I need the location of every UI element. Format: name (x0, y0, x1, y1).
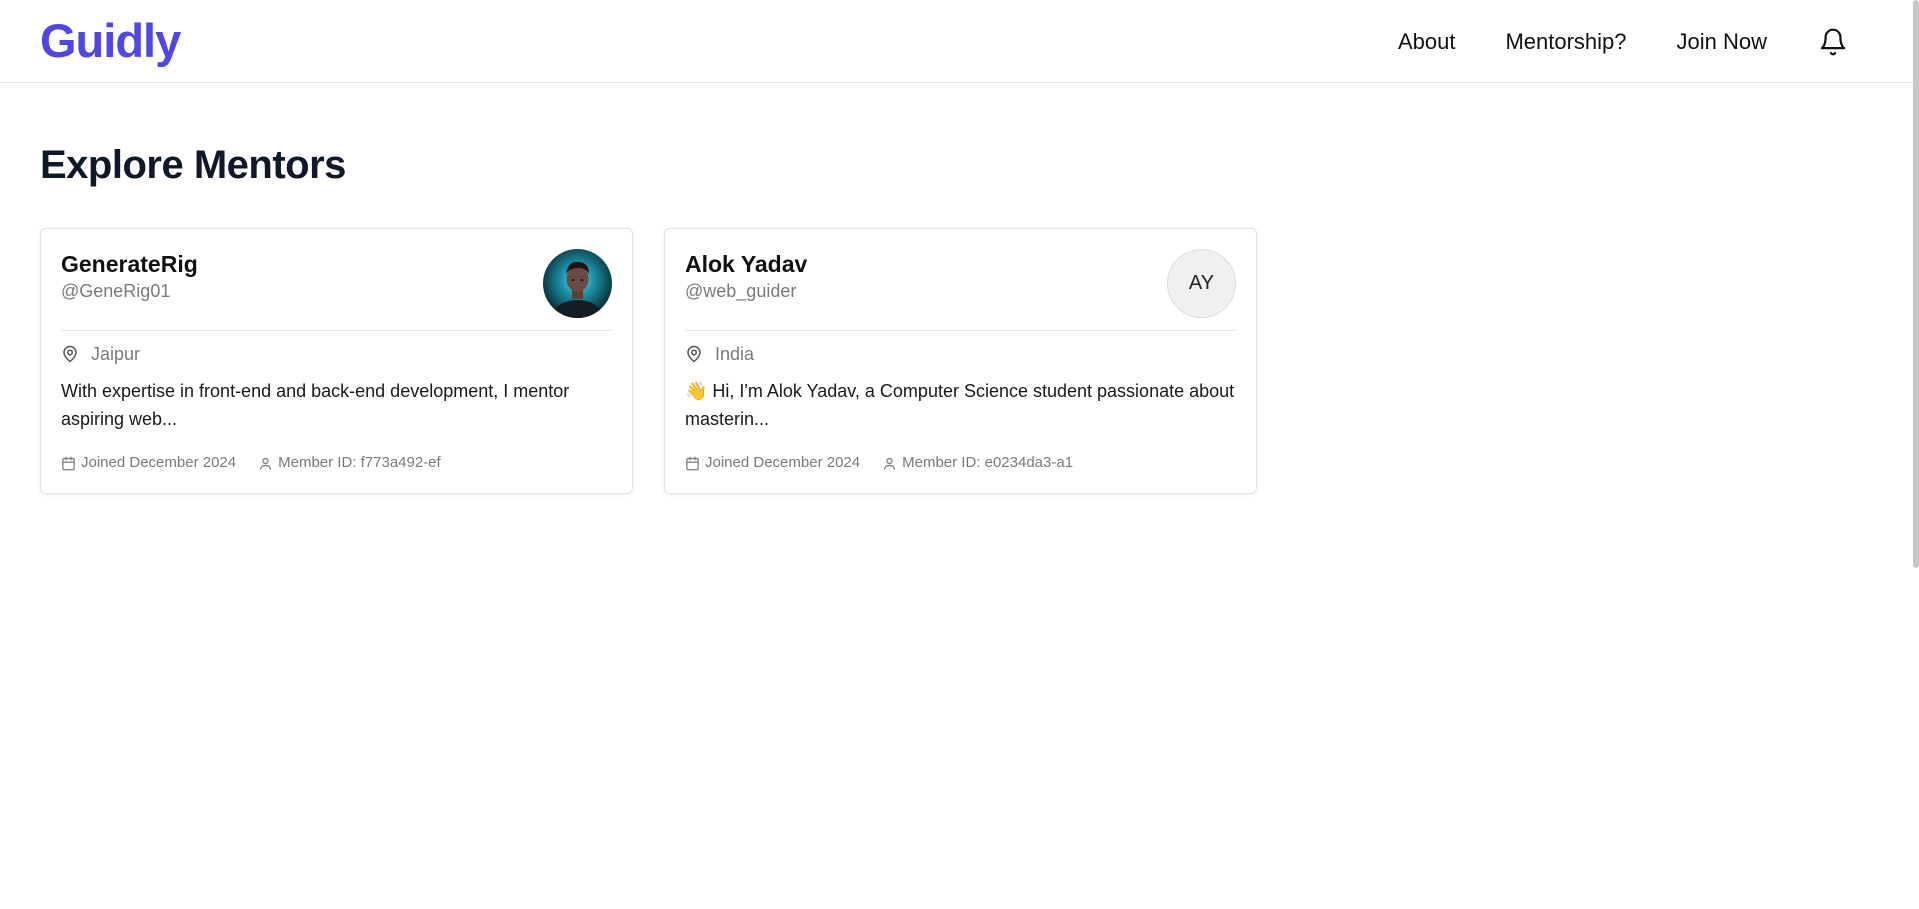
member-id-text: Member ID: e0234da3-a1 (902, 454, 1074, 471)
top-navbar: Guidly About Mentorship? Join Now (0, 0, 1919, 83)
nav-join-now-link[interactable]: Join Now (1677, 28, 1767, 56)
page-title: Explore Mentors (40, 143, 346, 187)
mentor-handle: @GeneRig01 (61, 281, 171, 301)
calendar-icon (686, 456, 699, 470)
mentor-location: Jaipur (61, 342, 140, 366)
joined-text: Joined December 2024 (705, 454, 861, 471)
mentor-location: India (685, 342, 754, 366)
map-pin-icon (687, 345, 701, 363)
location-text: Jaipur (91, 344, 141, 364)
mentor-name: Alok Yadav (685, 251, 808, 277)
nav-mentorship-link[interactable]: Mentorship? (1505, 28, 1626, 56)
mentor-avatar: AY (1167, 249, 1236, 318)
mentor-card[interactable]: Alok Yadav @web_guider AY India 👋 Hi, I'… (664, 228, 1257, 494)
card-divider (685, 330, 1236, 331)
page-scrollbar[interactable] (1913, 0, 1919, 568)
mentor-card[interactable]: GenerateRig @GeneRig01 Jaipur With exper… (40, 228, 633, 494)
mentor-name: GenerateRig (61, 251, 198, 277)
joined-date: Joined December 2024 (61, 453, 236, 473)
notifications-bell-icon[interactable] (1817, 25, 1849, 59)
member-id: Member ID: f773a492-ef (258, 453, 441, 473)
member-id-text: Member ID: f773a492-ef (278, 454, 441, 471)
mentor-meta: Joined December 2024 Member ID: f773a492… (61, 453, 463, 473)
mentor-bio: With expertise in front-end and back-end… (61, 381, 570, 429)
mentor-bio: 👋 Hi, I'm Alok Yadav, a Computer Science… (685, 381, 1235, 429)
user-icon (883, 457, 896, 470)
calendar-icon (62, 456, 75, 470)
member-id: Member ID: e0234da3-a1 (882, 453, 1073, 473)
guidly-logo[interactable]: Guidly (40, 12, 181, 70)
card-divider (61, 330, 612, 331)
nav-about-link[interactable]: About (1398, 28, 1456, 56)
location-text: India (715, 344, 755, 364)
user-icon (259, 457, 272, 470)
main-nav: About Mentorship? Join Now (1348, 0, 1919, 83)
mentor-avatar (543, 249, 612, 318)
mentor-card-list: GenerateRig @GeneRig01 Jaipur With exper… (40, 228, 1257, 494)
mentor-meta: Joined December 2024 Member ID: e0234da3… (685, 453, 1095, 473)
joined-text: Joined December 2024 (81, 454, 237, 471)
map-pin-icon (63, 345, 77, 363)
joined-date: Joined December 2024 (685, 453, 860, 473)
mentor-handle: @web_guider (685, 281, 797, 301)
